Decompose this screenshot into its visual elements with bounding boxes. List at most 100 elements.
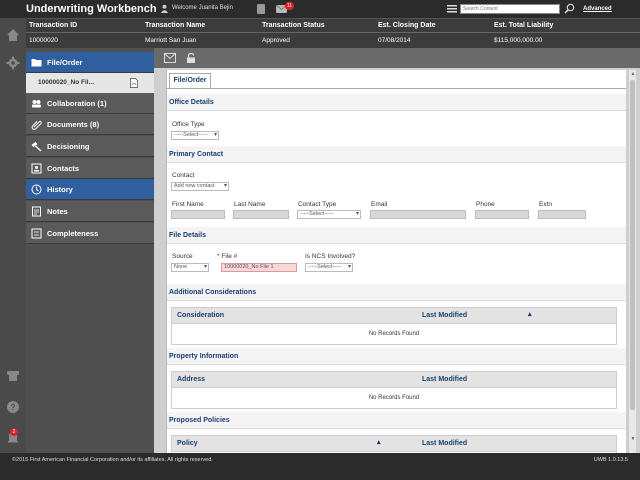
source-label: Source: [172, 253, 193, 260]
header-divider: [26, 32, 640, 33]
extn-input[interactable]: [538, 210, 586, 219]
extn-label: Extn: [539, 201, 553, 208]
nav-label: Decisioning: [47, 142, 90, 151]
help-icon[interactable]: ?: [6, 400, 20, 414]
nav-decisioning[interactable]: Decisioning: [26, 136, 154, 157]
nav-history[interactable]: History: [26, 179, 154, 200]
property-information-title: Property Information: [169, 353, 239, 360]
nav-label: History: [47, 185, 73, 194]
nav-notes[interactable]: Notes: [26, 201, 154, 222]
email-label: Email: [371, 201, 388, 208]
book-icon[interactable]: [257, 4, 265, 14]
sort-asc-icon[interactable]: ▴: [528, 310, 532, 318]
office-type-select[interactable]: -----Select-----: [171, 131, 219, 140]
last-modified-column[interactable]: Last Modified: [422, 440, 467, 447]
email-icon[interactable]: [164, 53, 176, 63]
welcome-text: Welcome Juanita Bejin: [172, 5, 233, 11]
phone-icon[interactable]: [6, 368, 20, 382]
gavel-icon: [31, 141, 42, 152]
file-number-input[interactable]: 10000020_No File 1: [221, 263, 297, 272]
grid-header: Consideration Last Modified ▴: [172, 308, 616, 324]
nav-file-subitem[interactable]: 10000020_No Fil...: [26, 73, 154, 93]
primary-contact-title: Primary Contact: [169, 151, 224, 158]
copyright-text: ©2015 First American Financial Corporati…: [12, 457, 213, 463]
considerations-grid: Consideration Last Modified ▴ No Records…: [171, 307, 617, 345]
contact-select[interactable]: Add new contact: [171, 182, 229, 191]
property-grid: Address Last Modified No Records Found: [171, 371, 617, 409]
last-modified-column[interactable]: Last Modified: [422, 312, 467, 319]
sort-asc-icon[interactable]: ▴: [377, 438, 381, 446]
notification-badge: 2: [10, 428, 18, 436]
consideration-column[interactable]: Consideration: [177, 312, 224, 319]
gear-icon[interactable]: [6, 56, 20, 70]
transaction-id-value: 10000020: [29, 37, 58, 44]
source-select[interactable]: None: [171, 263, 209, 272]
nav-label: Completeness: [47, 229, 99, 238]
lock-icon[interactable]: [185, 53, 197, 63]
nav-label: File/Order: [47, 58, 83, 67]
mail-count-badge: 11: [285, 2, 294, 10]
tab-file-order[interactable]: File/Order: [169, 73, 211, 89]
primary-contact-header: [167, 146, 626, 163]
scroll-up-icon[interactable]: ▲: [630, 71, 636, 77]
content-scrollbar[interactable]: ▲ ▼: [628, 70, 636, 453]
transaction-header: Transaction ID Transaction Name Transact…: [26, 18, 640, 48]
scrollbar-thumb[interactable]: [630, 80, 635, 410]
file-subitem-label: 10000020_No Fil...: [38, 79, 95, 86]
people-icon: [32, 100, 41, 108]
nav-documents[interactable]: Documents (8): [26, 114, 154, 135]
left-rail: ? 2: [0, 18, 26, 453]
nav-label: Notes: [47, 207, 68, 216]
closing-date-value: 07/08/2014: [378, 37, 411, 44]
advanced-search-link[interactable]: Advanced: [583, 6, 612, 12]
file-details-title: File Details: [169, 232, 206, 239]
menu-icon[interactable]: [447, 5, 457, 13]
office-details-header: [167, 94, 626, 111]
file-order-form: File/Order Office Details Office Type --…: [166, 70, 626, 453]
proposed-policies-header: [167, 412, 626, 429]
transaction-id-label: Transaction ID: [29, 22, 78, 29]
nav-completeness[interactable]: Completeness: [26, 223, 154, 244]
nav-contacts[interactable]: Contacts: [26, 158, 154, 179]
first-name-label: First Name: [172, 201, 204, 208]
home-icon[interactable]: [6, 28, 20, 42]
app-title: Underwriting Workbench: [26, 3, 157, 15]
grid-empty-message: No Records Found: [368, 331, 420, 337]
closing-date-label: Est. Closing Date: [378, 22, 436, 29]
ncs-involved-select[interactable]: -----Select-----: [305, 263, 353, 272]
search-icon[interactable]: [564, 3, 575, 14]
scroll-down-icon[interactable]: ▼: [630, 436, 636, 442]
transaction-name-label: Transaction Name: [145, 22, 206, 29]
total-liability-value: $115,000,000.00: [494, 37, 543, 44]
search-input[interactable]: [460, 4, 560, 14]
main-toolbar: [154, 48, 640, 68]
ncs-involved-label: Is NCS Involved?: [305, 253, 356, 260]
address-column[interactable]: Address: [177, 376, 205, 383]
email-input[interactable]: [370, 210, 466, 219]
last-modified-column[interactable]: Last Modified: [422, 376, 467, 383]
transaction-name-value: Marriott San Juan: [145, 37, 197, 44]
file-number-label-text: File #: [221, 253, 238, 260]
proposed-policies-title: Proposed Policies: [169, 417, 230, 424]
notes-icon: [32, 206, 41, 217]
clock-icon: [31, 184, 42, 195]
tab-divider: [167, 88, 626, 89]
last-name-input[interactable]: [233, 210, 289, 219]
contact-type-select[interactable]: -----Select-----: [297, 210, 361, 219]
contact-type-label: Contact Type: [298, 201, 337, 208]
user-icon: [160, 4, 169, 13]
nav-collaboration[interactable]: Collaboration (1): [26, 93, 154, 114]
pdf-icon[interactable]: [130, 78, 138, 88]
paperclip-icon: [31, 120, 42, 130]
phone-input[interactable]: [475, 210, 529, 219]
first-name-input[interactable]: [171, 210, 225, 219]
policy-column[interactable]: Policy: [177, 440, 198, 447]
last-name-label: Last Name: [234, 201, 266, 208]
file-number-label: * File #: [217, 253, 237, 260]
top-bar: Underwriting Workbench Welcome Juanita B…: [0, 0, 640, 18]
office-type-label: Office Type: [172, 121, 205, 128]
nav-file-order[interactable]: File/Order: [26, 52, 154, 73]
footer: ©2015 First American Financial Corporati…: [0, 453, 640, 480]
nav-label: Contacts: [47, 164, 80, 173]
total-liability-label: Est. Total Liability: [494, 22, 554, 29]
